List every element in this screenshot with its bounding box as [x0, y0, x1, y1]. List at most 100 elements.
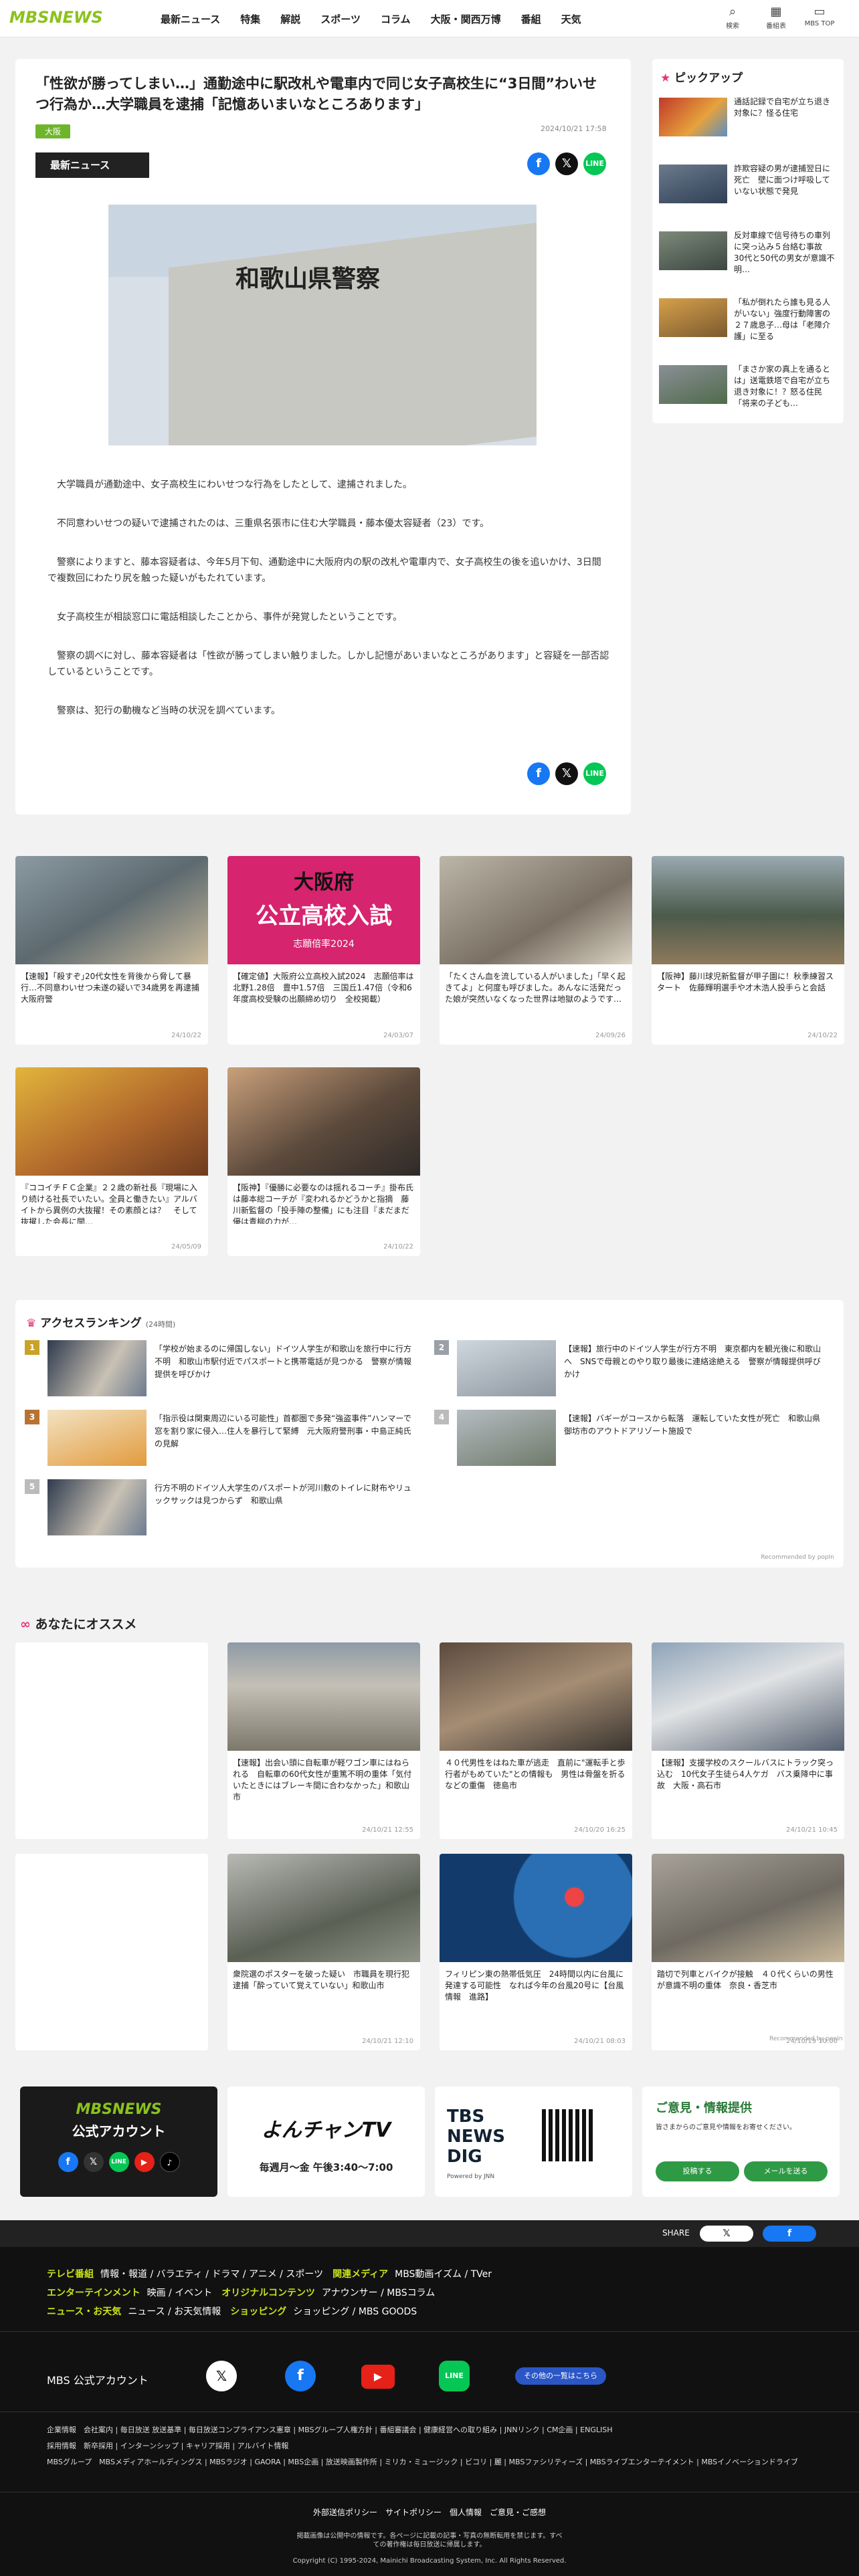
mbs-top-label: MBS TOP [804, 20, 835, 27]
pickup-item[interactable]: 反対車線で信号待ちの車列に突っ込み５台絡む事故 30代と50代の男女が意識不明… [659, 226, 837, 280]
recommend-thumb [440, 1642, 632, 1751]
news-card[interactable]: 【速報】｢殺すぞ｣20代女性を背後から脅して暴行…不同意わいせつ未遂の疑いで34… [15, 856, 208, 1045]
pickup-item[interactable]: 通話記録で自宅が立ち退き対象に？怪る住宅 [659, 92, 837, 146]
news-thumb: 大阪府 公立高校入試 志願倍率2024 [227, 856, 420, 964]
ranking-item[interactable]: 2 【速報】旅行中のドイツ人学生が行方不明 東京都内を観光後に和歌山へ SNSで母… [434, 1340, 829, 1400]
footer-heading[interactable]: エンターテインメント [47, 2288, 140, 2298]
article-paragraph: 女子高校生が相談窓口に電話相談したことから、事件が発覚したということです。 [57, 612, 403, 623]
popin-credit[interactable]: Recommended by popIn [769, 2036, 843, 2042]
news-card[interactable]: 「たくさん血を流している人がいました」「早く起きてよ」と何度も呼びました。あんな… [440, 856, 632, 1045]
footer-heading[interactable]: テレビ番組 [47, 2269, 94, 2280]
mbs-top-button[interactable]: ▭ MBS TOP [803, 4, 836, 27]
footer-heading[interactable]: ニュース・お天気 [47, 2306, 121, 2317]
line-icon[interactable]: LINE [439, 2361, 470, 2391]
tiktok-icon: ♪ [159, 2152, 180, 2172]
facebook-share-icon[interactable]: f [527, 762, 550, 785]
footer-links[interactable]: アナウンサー / MBSコラム [322, 2288, 435, 2298]
ranking-item[interactable]: 4 【速報】バギーがコースから転落 運転していた女性が死亡 和歌山県御坊市のアウト… [434, 1410, 829, 1470]
facebook-icon[interactable]: f [285, 2361, 316, 2391]
footer-heading[interactable]: 関連メディア [332, 2269, 388, 2280]
news-card[interactable]: 『ココイチＦＣ企業』２２歳の新社長『現場に入り続ける社長でいたい。全員と働きたい… [15, 1067, 208, 1256]
x-share-icon[interactable]: 𝕏 [555, 762, 578, 785]
nav-analysis[interactable]: 解説 [280, 12, 300, 26]
youtube-icon: ▶ [134, 2152, 155, 2172]
policy-links[interactable]: 外部送信ポリシー サイトポリシー 個人情報 ご意見・ご感想 [0, 2506, 859, 2518]
news-card-date: 24/10/22 [171, 1032, 201, 1039]
ad-slot [15, 1642, 208, 1839]
pickup-item[interactable]: 「まさか家の真上を通るとは」送電鉄塔で自宅が立ち退き対象に！？怒る住民「将来の子… [659, 360, 837, 413]
footer-links[interactable]: MBS動画イズム / TVer [395, 2269, 492, 2280]
recommend-thumb [227, 1642, 420, 1751]
pickup-item[interactable]: 詐欺容疑の男が逮捕翌日に死亡 壁に面つけ呼吸していない状態で発見 [659, 159, 837, 213]
rank-thumb [457, 1340, 556, 1396]
recommend-card[interactable]: フィリピン東の熱帯低気圧 24時間以内に台風に発達する可能性 なれば今年の台風2… [440, 1854, 632, 2050]
ranking-item[interactable]: 5 行方不明のドイツ人大学生のパスポートが河川敷のトイレに財布やリュックサックは見… [25, 1479, 419, 1539]
line-share-icon[interactable]: LINE [583, 152, 606, 175]
recommend-card[interactable]: 踏切で列車とバイクが接触 ４０代くらいの男性が意識不明の重体 奈良・香芝市 24/… [652, 1854, 844, 2050]
x-share-icon[interactable]: 𝕏 [555, 152, 578, 175]
pickup-item[interactable]: 「私が倒れたら誰も見る人がいない」強度行動障害の２７歳息子…母は「老障介護」に至… [659, 293, 837, 346]
ranking-item[interactable]: 1 「学校が始まるのに帰国しない」ドイツ人学生が和歌山を旅行中に行方不明 和歌山市… [25, 1340, 419, 1400]
opinion-banner[interactable]: ご意見・情報提供 皆さまからのご意見や情報をお寄せください。 投稿する メールを… [642, 2086, 840, 2197]
footer-heading[interactable]: ショッピング [230, 2306, 286, 2317]
news-card[interactable]: 大阪府 公立高校入試 志願倍率2024 【確定値】大阪府公立高校入試2024 志… [227, 856, 420, 1045]
ranking-title: アクセスランキング [40, 1317, 142, 1330]
pickup-text: 反対車線で信号待ちの車列に突っ込み５台絡む事故 30代と50代の男女が意識不明… [734, 231, 835, 274]
search-label: 検索 [726, 23, 739, 30]
news-card[interactable]: 【阪神】『優勝に必要なのは揺れるコーチ』掛布氏は藤本総コーチが『変われるかどうか… [227, 1067, 420, 1256]
yonchan-tv-banner[interactable]: よんチャンTV 毎週月～金 午後3:40～7:00 [227, 2086, 425, 2197]
footer-links[interactable]: 映画 / イベント [147, 2288, 213, 2298]
x-share-icon[interactable]: 𝕏 [700, 2226, 753, 2242]
thumb-subtitle: 公立高校入試 [256, 903, 392, 930]
nav-expo[interactable]: 大阪・関西万博 [431, 12, 501, 26]
nav-features[interactable]: 特集 [240, 12, 260, 26]
recommend-card[interactable]: 衆院選のポスターを破った疑い 市職員を現行犯逮捕「酔っていて覚えていない」和歌山… [227, 1854, 420, 2050]
popin-credit[interactable]: Recommended by popIn [761, 1554, 834, 1561]
nav-weather[interactable]: 天気 [561, 12, 581, 26]
more-accounts-button[interactable]: その他の一覧はこちら [515, 2367, 606, 2385]
nav-sports[interactable]: スポーツ [320, 12, 361, 26]
schedule-button[interactable]: ▦ 番組表 [759, 4, 793, 30]
news-thumb [15, 856, 208, 964]
corporate-links[interactable]: 企業情報 会社案内 | 毎日放送 放送基準 | 毎日放送コンプライアンス憲章 |… [47, 2422, 612, 2438]
facebook-share-icon[interactable]: f [527, 152, 550, 175]
tbs-news-dig-banner[interactable]: TBS NEWS DIG Powered by JNN [435, 2086, 632, 2197]
x-icon[interactable]: 𝕏 [206, 2361, 237, 2391]
ranking-heading: ♛ アクセスランキング (24時間) [26, 1313, 175, 1330]
nav-column[interactable]: コラム [381, 12, 411, 26]
post-button[interactable]: 投稿する [656, 2161, 739, 2181]
copyright-notice: 掲載画像は公開中の情報です。各ページに記載の記事・写真の無断転用を禁じます。すべ… [296, 2533, 563, 2549]
line-share-icon[interactable]: LINE [583, 762, 606, 785]
news-card[interactable]: 【阪神】藤川球児新監督が甲子園に！秋季練習スタート 佐藤輝明選手や才木浩人投手ら… [652, 856, 844, 1045]
site-logo[interactable]: MBSNEWS [9, 8, 103, 27]
official-account-banner[interactable]: MBSNEWS 公式アカウント f 𝕏 LINE ▶ ♪ [20, 2086, 217, 2197]
search-button[interactable]: ⌕ 検索 [716, 4, 749, 30]
recommend-card[interactable]: 【速報】出会い頭に自転車が軽ワゴン車にはねられる 自転車の60代女性が重篤不明の… [227, 1642, 420, 1839]
recommend-card[interactable]: ４０代男性をはねた車が逃走 直前に"運転手と歩行者がもめていた"との情報も 男性… [440, 1642, 632, 1839]
article-paragraph: 警察の調べに対し、藤本容疑者は「性欲が勝ってしまい触りました。しかし記憶があいま… [47, 651, 609, 677]
region-tag[interactable]: 大阪 [35, 124, 71, 138]
ranking-subtitle: (24時間) [145, 1320, 176, 1329]
recruit-links[interactable]: 採用情報 新卒採用 | インターンシップ | キャリア採用 | アルバイト情報 [47, 2438, 288, 2454]
recommend-thumb [440, 1854, 632, 1962]
news-card-date: 24/03/07 [383, 1032, 413, 1039]
youtube-icon[interactable]: ▶ [361, 2365, 395, 2389]
footer-links[interactable]: ショッピング / MBS GOODS [293, 2306, 417, 2317]
qr-code-icon [542, 2109, 594, 2161]
footer-heading[interactable]: オリジナルコンテンツ [221, 2288, 315, 2298]
facebook-share-icon[interactable]: f [763, 2226, 816, 2242]
recommend-card[interactable]: 【速報】支援学校のスクールバスにトラック突っ込む 10代女子生徒ら4人ケガ バス… [652, 1642, 844, 1839]
mail-button[interactable]: メールを送る [744, 2161, 828, 2181]
ranking-item[interactable]: 3 「指示役は関東周辺にいる可能性」首都圏で多発“強盗事件”ハンマーで窓を割り家に… [25, 1410, 419, 1470]
recommend-heading: ∞ あなたにオススメ [20, 1614, 136, 1632]
group-links[interactable]: MBSグループ MBSメディアホールディングス | MBSラジオ | GAORA… [47, 2454, 816, 2470]
article-card: 「性欲が勝ってしまい…」通勤途中に駅改札や電車内で同じ女子高校生に“3日間”わい… [15, 59, 631, 815]
footer-links[interactable]: ニュース / お天気情報 [128, 2306, 221, 2317]
footer-links[interactable]: 情報・報道 / バラエティ / ドラマ / アニメ / スポーツ [100, 2269, 323, 2280]
rank-text: 【速報】旅行中のドイツ人学生が行方不明 東京都内を観光後に和歌山へ SNSで母親… [564, 1344, 822, 1379]
news-card-date: 24/09/26 [595, 1032, 626, 1039]
access-ranking: ♛ アクセスランキング (24時間) 1 「学校が始まるのに帰国しない」ドイツ人学… [15, 1300, 844, 1568]
nav-programs[interactable]: 番組 [521, 12, 541, 26]
nav-latest-news[interactable]: 最新ニュース [161, 12, 220, 26]
recommend-thumb [652, 1642, 844, 1751]
